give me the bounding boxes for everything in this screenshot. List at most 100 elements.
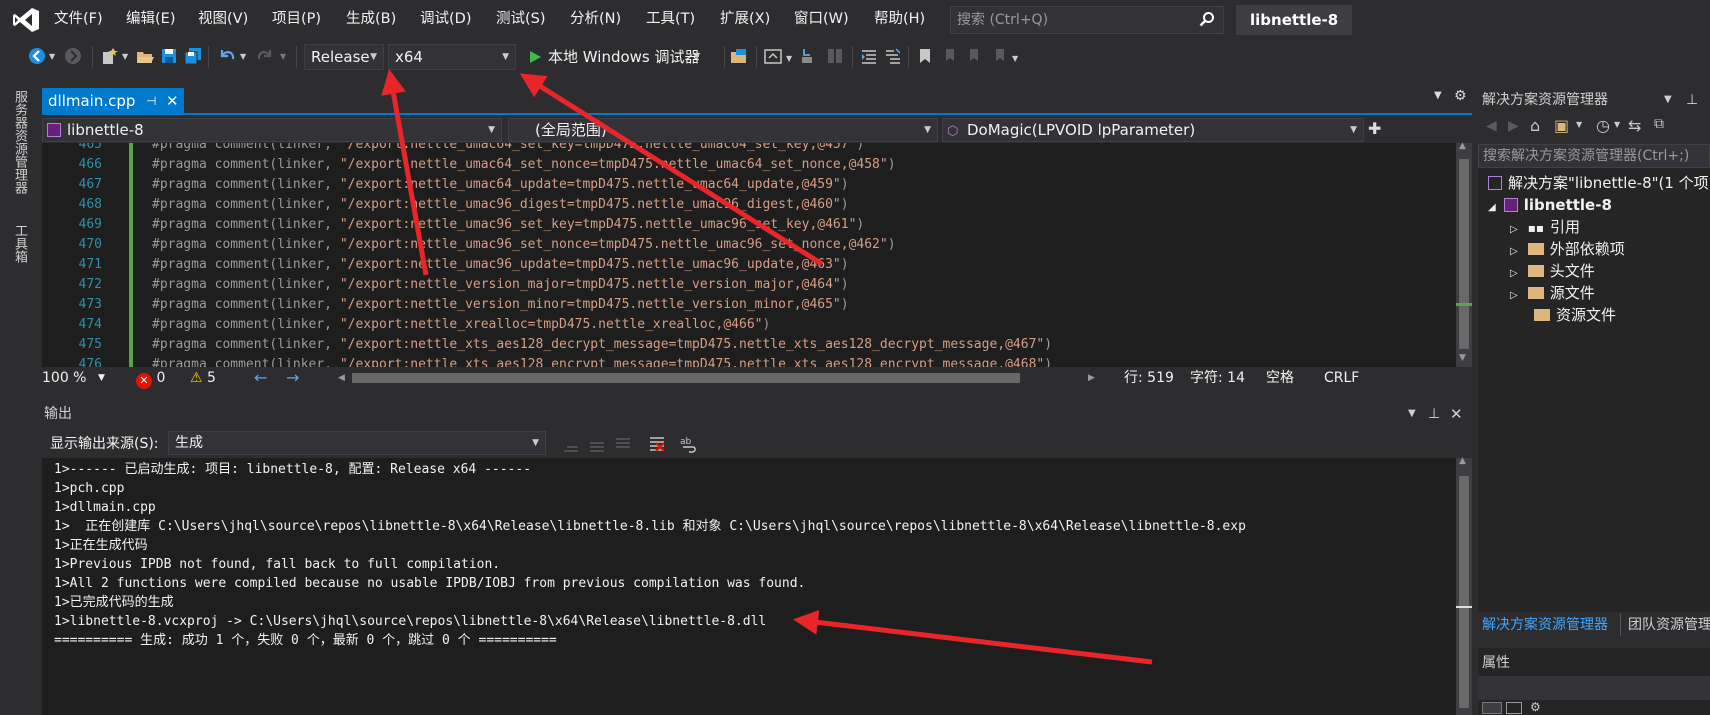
switch-views-icon[interactable]: ▣ (1554, 116, 1569, 135)
project-node[interactable]: ◢ libnettle-8 (1488, 194, 1612, 216)
browser-dropdown-icon[interactable]: ▼ (786, 54, 792, 63)
new-project-icon[interactable] (100, 47, 118, 65)
solution-node[interactable]: 解决方案"libnettle-8"(1 个项 (1488, 172, 1709, 194)
bookmark-icon[interactable] (916, 47, 934, 65)
menu-view[interactable]: 视图(V) (198, 0, 248, 38)
code-editor[interactable]: 465 #pragma comment(linker, "/export:nett… (42, 143, 1456, 367)
wrench-icon[interactable]: ⚙ (1530, 700, 1541, 714)
redo-dropdown-icon[interactable]: ▼ (280, 52, 286, 61)
clear-bookmarks-icon[interactable] (990, 47, 1008, 65)
menu-analyze[interactable]: 分析(N) (570, 0, 621, 38)
menu-tools[interactable]: 工具(T) (646, 0, 695, 38)
close-icon[interactable]: ✕ (166, 88, 179, 115)
tab-list-dropdown-icon[interactable]: ▼ (1434, 90, 1442, 101)
scope-select[interactable]: (全局范围) ▼ (508, 118, 938, 142)
menu-debug[interactable]: 调试(D) (420, 0, 471, 38)
menu-test[interactable]: 测试(S) (496, 0, 546, 38)
scroll-right-icon[interactable]: ▶ (1088, 367, 1095, 389)
pin-icon[interactable]: ⊣ (146, 88, 156, 115)
horizontal-scroll-thumb[interactable] (352, 373, 1020, 383)
collapse-all-icon[interactable]: ⧉ (1654, 116, 1664, 132)
search-icon[interactable] (1199, 11, 1215, 27)
search-input[interactable]: 搜索 (Ctrl+Q) (950, 6, 1224, 34)
next-message-icon[interactable] (614, 435, 632, 453)
home-icon[interactable]: ⌂ (1530, 116, 1540, 135)
error-count-button[interactable]: ✕ 0 (136, 367, 165, 389)
tab-team-explorer[interactable]: 团队资源管理 (1628, 612, 1710, 638)
line-ending[interactable]: CRLF (1324, 367, 1359, 389)
solution-configuration-select[interactable]: Release ▼ (304, 44, 384, 70)
menu-extensions[interactable]: 扩展(X) (720, 0, 770, 38)
output-text-area[interactable]: 1>------ 已启动生成: 项目: libnettle-8, 配置: Rel… (42, 458, 1456, 715)
find-in-files-icon[interactable] (730, 47, 748, 65)
prev-bookmark-icon[interactable] (940, 47, 958, 65)
menu-build[interactable]: 生成(B) (346, 0, 396, 38)
word-wrap-icon[interactable]: ab (680, 435, 698, 453)
zoom-level[interactable]: 100 % (42, 367, 86, 389)
undo-icon[interactable] (218, 47, 236, 65)
find-message-icon[interactable] (562, 435, 580, 453)
forward-navigate-icon[interactable] (64, 47, 82, 65)
output-vertical-scrollbar[interactable]: ▲ (1456, 456, 1472, 715)
new-dropdown-icon[interactable]: ▼ (122, 52, 128, 61)
menu-file[interactable]: 文件(F) (54, 0, 103, 38)
solution-search-input[interactable]: 搜索解决方案资源管理器(Ctrl+;) (1478, 144, 1710, 168)
output-source-select[interactable]: 生成 ▼ (168, 431, 546, 455)
step-into-icon[interactable] (800, 47, 818, 65)
scroll-left-icon[interactable]: ◀ (338, 367, 345, 389)
menu-edit[interactable]: 编辑(E) (126, 0, 175, 38)
window-position-dropdown-icon[interactable]: ▼ (1408, 403, 1416, 425)
prev-message-icon[interactable] (588, 435, 606, 453)
pin-icon[interactable]: ⊥ (1428, 403, 1440, 425)
prev-issue-arrow-icon[interactable]: ← (254, 367, 267, 389)
open-file-icon[interactable] (136, 47, 154, 65)
pending-dropdown-icon[interactable]: ▼ (1614, 120, 1620, 129)
next-issue-arrow-icon[interactable]: → (286, 367, 299, 389)
gear-icon[interactable]: ⚙ (1454, 88, 1467, 104)
views-dropdown-icon[interactable]: ▼ (1576, 120, 1582, 129)
outline-icon[interactable] (884, 47, 902, 65)
tab-solution-explorer[interactable]: 解决方案资源管理器 (1482, 612, 1608, 638)
align-left-icon[interactable] (860, 47, 878, 65)
tree-item-source-files[interactable]: ▷ 源文件 (1510, 282, 1595, 304)
back-icon[interactable]: ◀ (1486, 118, 1497, 134)
tree-item-resource-files[interactable]: 资源文件 (1534, 304, 1616, 326)
pin-icon[interactable]: ⊥ (1686, 88, 1698, 112)
split-window-icon[interactable]: ✚ (1368, 119, 1381, 138)
back-dropdown-icon[interactable]: ▼ (49, 52, 55, 61)
save-icon[interactable] (160, 47, 178, 65)
redo-icon[interactable] (256, 47, 274, 65)
forward-icon[interactable]: ▶ (1508, 118, 1519, 134)
save-all-icon[interactable] (184, 47, 202, 65)
window-position-dropdown-icon[interactable]: ▼ (1664, 88, 1672, 112)
warning-count-button[interactable]: ⚠ 5 (190, 367, 216, 389)
toolbox-tab[interactable]: 工具箱 (10, 224, 29, 263)
properties-object-select[interactable] (1478, 676, 1710, 700)
tree-item-references[interactable]: ▷ ▪▪ 引用 (1510, 216, 1580, 238)
scroll-thumb[interactable] (1459, 476, 1469, 708)
start-debugging-button[interactable]: 本地 Windows 调试器 ▼ (524, 44, 720, 70)
editor-vertical-scrollbar[interactable]: ▲ ▼ (1456, 141, 1472, 367)
debugger-dropdown-icon[interactable]: ▼ (694, 51, 700, 60)
pending-changes-icon[interactable]: ◷ (1596, 116, 1610, 135)
scroll-up-icon[interactable]: ▲ (1459, 141, 1466, 151)
scroll-down-icon[interactable]: ▼ (1459, 353, 1466, 363)
next-bookmark-icon[interactable] (964, 47, 982, 65)
alphabetical-icon[interactable] (1506, 702, 1522, 714)
function-select[interactable]: ⬡ DoMagic(LPVOID lpParameter) ▼ (942, 118, 1364, 142)
categorized-icon[interactable] (1482, 702, 1502, 714)
zoom-dropdown-icon[interactable]: ▼ (98, 367, 105, 389)
solution-platform-select[interactable]: x64 ▼ (388, 44, 516, 70)
server-explorer-tab[interactable]: 服务器资源管理器 (10, 90, 29, 194)
project-select[interactable]: libnettle-8 ▼ (42, 118, 502, 142)
scroll-up-icon[interactable]: ▲ (1459, 456, 1466, 466)
undo-dropdown-icon[interactable]: ▼ (240, 52, 246, 61)
scroll-thumb[interactable] (1459, 159, 1469, 349)
sync-icon[interactable]: ⇆ (1628, 116, 1641, 135)
toolbar-overflow-icon[interactable]: ▼ (1012, 54, 1018, 63)
tree-item-external-deps[interactable]: ▷ 外部依赖项 (1510, 238, 1625, 260)
back-navigate-icon[interactable] (28, 47, 46, 65)
menu-window[interactable]: 窗口(W) (794, 0, 849, 38)
tab-dllmain[interactable]: dllmain.cpp ⊣ ✕ (42, 88, 184, 115)
whitespace-mode[interactable]: 空格 (1266, 367, 1294, 389)
